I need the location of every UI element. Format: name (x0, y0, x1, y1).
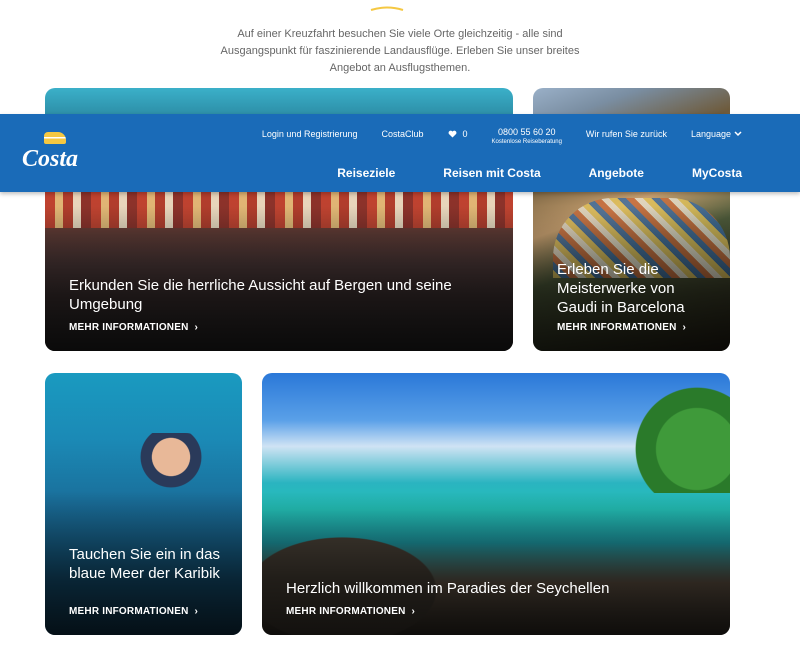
logo-text: Costa (22, 146, 79, 172)
more-info-label: MEHR INFORMATIONEN (69, 322, 189, 333)
nav-item-reisen-mit-costa[interactable]: Reisen mit Costa (443, 166, 540, 180)
accent-wave-icon (370, 6, 404, 11)
phone-contact[interactable]: 0800 55 60 20 Kostenlose Reiseberatung (492, 128, 562, 147)
card-title: Tauchen Sie ein in das blaue Meer der Ka… (69, 546, 220, 582)
chevron-down-icon (734, 131, 742, 137)
chevron-right-icon: › (194, 322, 199, 333)
login-link[interactable]: Login und Registrierung (262, 128, 358, 140)
card-image-diver (105, 433, 215, 493)
nav-item-reiseziele[interactable]: Reiseziele (337, 166, 395, 180)
card-image-palms (620, 383, 730, 493)
more-info-link[interactable]: MEHR INFORMATIONEN › (557, 322, 686, 333)
intro-line: Auf einer Kreuzfahrt besuchen Sie viele … (237, 28, 563, 40)
more-info-label: MEHR INFORMATIONEN (557, 322, 677, 333)
excursion-card-seychellen[interactable]: Herzlich willkommen im Paradies der Seyc… (262, 373, 730, 635)
language-selector[interactable]: Language (691, 128, 742, 140)
nav-item-angebote[interactable]: Angebote (589, 166, 644, 180)
intro-line: Angebot an Ausflugsthemen. (329, 62, 471, 74)
ship-funnel-icon (44, 132, 66, 144)
more-info-link[interactable]: MEHR INFORMATIONEN › (286, 606, 415, 617)
favorites-count: 0 (462, 129, 468, 139)
card-title: Erkunden Sie die herrliche Aussicht auf … (69, 277, 452, 313)
card-title: Erleben Sie die Meisterwerke von Gaudi i… (557, 261, 685, 316)
chevron-right-icon: › (194, 606, 199, 617)
more-info-link[interactable]: MEHR INFORMATIONEN › (69, 322, 198, 333)
language-label: Language (690, 129, 731, 139)
costa-logo[interactable]: Costa (22, 132, 92, 174)
phone-number: 0800 55 60 20 (497, 127, 556, 137)
chevron-right-icon: › (411, 606, 416, 617)
nav-item-mycosta[interactable]: MyCosta (692, 166, 742, 180)
more-info-label: MEHR INFORMATIONEN (286, 606, 406, 617)
main-navigation: Reiseziele Reisen mit Costa Angebote MyC… (337, 166, 742, 180)
phone-subtitle: Kostenlose Reiseberatung (491, 139, 562, 145)
excursion-card-karibik[interactable]: Tauchen Sie ein in das blaue Meer der Ka… (45, 373, 242, 635)
costaclub-link[interactable]: CostaClub (381, 128, 423, 140)
utility-links: Login und Registrierung CostaClub 0 0800… (262, 128, 742, 147)
chevron-right-icon: › (682, 322, 687, 333)
more-info-link[interactable]: MEHR INFORMATIONEN › (69, 606, 198, 617)
favorites-link[interactable]: 0 (448, 128, 468, 140)
callback-link[interactable]: Wir rufen Sie zurück (586, 128, 667, 140)
intro-line: Ausgangspunkt für faszinierende Landausf… (220, 45, 580, 57)
more-info-label: MEHR INFORMATIONEN (69, 606, 189, 617)
intro-text: Auf einer Kreuzfahrt besuchen Sie viele … (200, 26, 600, 77)
card-title: Herzlich willkommen im Paradies der Seyc… (286, 580, 610, 597)
heart-icon (448, 130, 456, 138)
site-header: Costa Login und Registrierung CostaClub … (0, 114, 800, 192)
